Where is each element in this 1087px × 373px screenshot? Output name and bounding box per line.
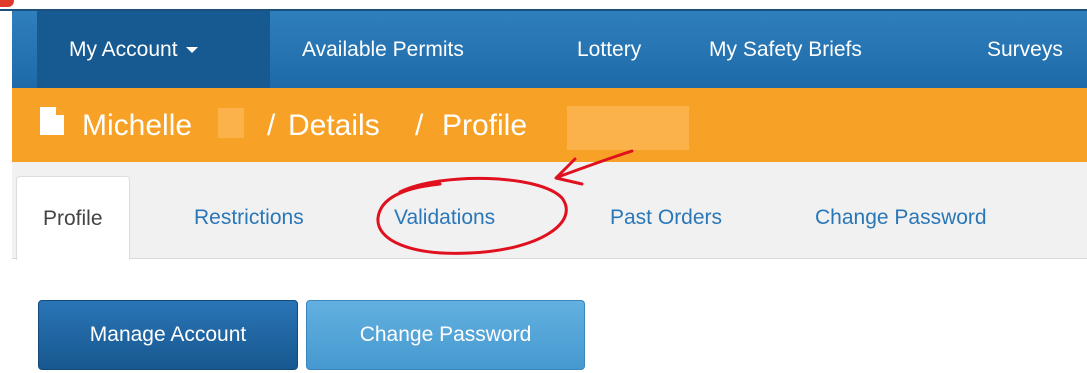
breadcrumb-separator: /	[415, 109, 424, 142]
redaction	[567, 106, 689, 150]
nav-my-safety-briefs[interactable]: My Safety Briefs	[709, 11, 862, 88]
tab-change-password[interactable]: Change Password	[815, 176, 987, 258]
nav-surveys[interactable]: Surveys	[987, 11, 1063, 88]
breadcrumb-separator: /	[267, 109, 276, 142]
breadcrumb-profile: Profile	[442, 109, 528, 142]
breadcrumb-details[interactable]: Details	[288, 88, 380, 162]
tab-restrictions[interactable]: Restrictions	[194, 176, 304, 258]
change-password-button[interactable]: Change Password	[306, 300, 585, 370]
caret-down-icon	[185, 47, 198, 54]
tab-profile[interactable]: Profile	[16, 176, 130, 260]
nav-my-account[interactable]: My Account	[37, 11, 270, 88]
profile-tabs: Profile Restrictions Validations Past Or…	[12, 162, 1087, 260]
main-navbar: My Account Available Permits Lottery My …	[12, 11, 1087, 89]
breadcrumb-user-name: Michelle	[82, 109, 193, 142]
document-icon	[40, 107, 64, 135]
nav-lottery[interactable]: Lottery	[577, 11, 641, 88]
tab-validations[interactable]: Validations	[394, 176, 495, 258]
redaction	[218, 108, 244, 138]
nav-available-permits[interactable]: Available Permits	[302, 11, 464, 88]
breadcrumb: Michelle / Details / Profile	[12, 88, 1087, 162]
manage-account-button[interactable]: Manage Account	[38, 300, 298, 370]
nav-my-account-label: My Account	[69, 38, 178, 61]
tab-past-orders[interactable]: Past Orders	[610, 176, 722, 258]
logo-fragment	[0, 0, 14, 7]
